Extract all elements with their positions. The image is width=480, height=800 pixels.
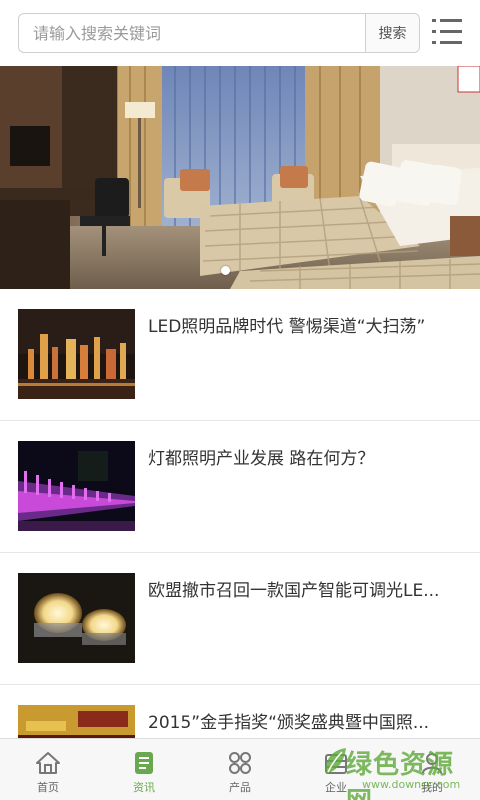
nav-label-news: 资讯 (133, 781, 155, 794)
city-night-thumbnail (18, 309, 135, 399)
user-icon (422, 753, 442, 774)
search-button[interactable]: 搜索 (365, 14, 419, 52)
news-item[interactable]: LED照明品牌时代 警惕渠道“大扫荡” (0, 289, 480, 421)
search-input[interactable] (19, 14, 365, 52)
news-title[interactable]: 欧盟撤市召回一款国产智能可调光LE... (148, 579, 464, 603)
nav-label-company: 企业 (325, 781, 347, 794)
news-item[interactable]: 欧盟撤市召回一款国产智能可调光LE... (0, 553, 480, 685)
carousel-indicator-dot[interactable] (221, 266, 230, 275)
banner-carousel[interactable] (0, 66, 480, 289)
nav-item-home[interactable]: 首页 (0, 739, 96, 800)
news-icon (135, 752, 153, 774)
nav-label-profile: 我的 (421, 781, 443, 794)
nav-item-products[interactable]: 产品 (192, 739, 288, 800)
search-box: 搜索 (18, 13, 420, 53)
purple-lights-thumbnail (18, 441, 135, 531)
nav-item-profile[interactable]: 我的 (384, 739, 480, 800)
header: 搜索 (0, 0, 480, 66)
news-title[interactable]: LED照明品牌时代 警惕渠道“大扫荡” (148, 315, 464, 339)
news-list: LED照明品牌时代 警惕渠道“大扫荡” 灯都照明产业发展 路在何方？ 欧盟撤市召… (0, 289, 480, 800)
hotel-room-image (0, 66, 480, 289)
company-icon (325, 754, 347, 774)
bottom-nav: 首页 资讯 产品 企业 我的 (0, 738, 480, 800)
news-title[interactable]: 2015”金手指奖“颁奖盛典暨中国照... (148, 711, 464, 735)
nav-label-products: 产品 (229, 781, 251, 794)
nav-label-home: 首页 (37, 781, 59, 794)
home-icon (36, 752, 60, 774)
led-bulbs-thumbnail (18, 573, 135, 663)
nav-item-news[interactable]: 资讯 (96, 739, 192, 800)
grid-icon (229, 752, 251, 774)
news-title[interactable]: 灯都照明产业发展 路在何方？ (148, 447, 464, 471)
news-item[interactable]: 灯都照明产业发展 路在何方？ (0, 421, 480, 553)
nav-item-company[interactable]: 企业 (288, 739, 384, 800)
list-menu-icon[interactable] (432, 17, 464, 47)
